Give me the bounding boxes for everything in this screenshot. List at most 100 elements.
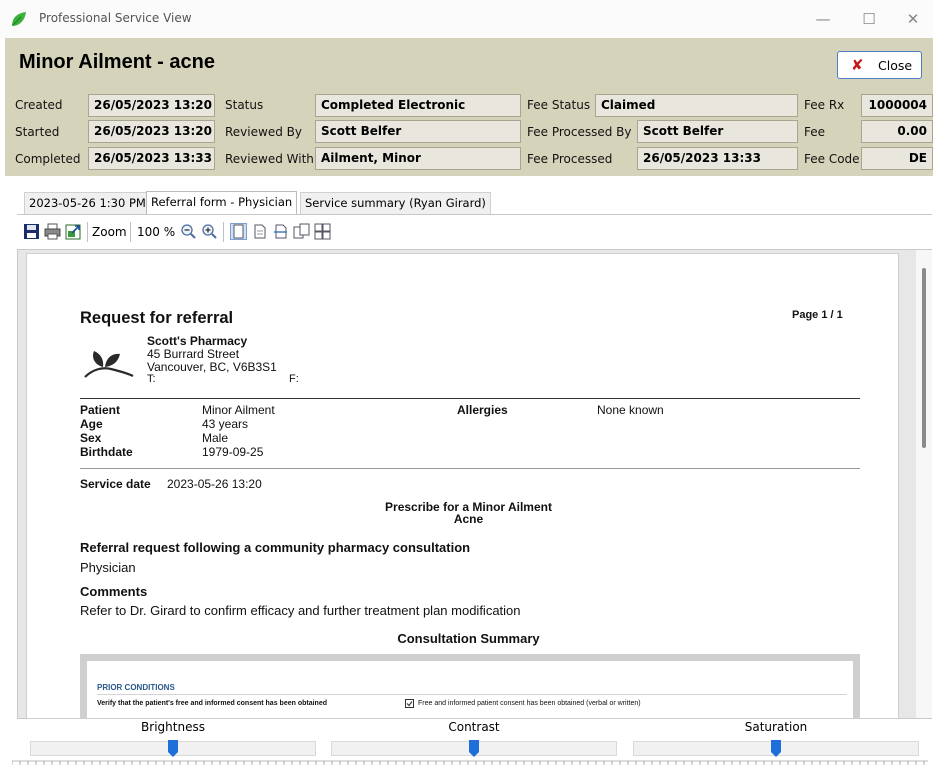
fee-status-value: Claimed (595, 94, 798, 117)
section-divider (80, 468, 860, 469)
window-titlebar: Professional Service View — ☐ ✕ (0, 0, 933, 38)
vertical-scrollbar[interactable] (916, 250, 932, 718)
consent-question: Verify that the patient's free and infor… (97, 700, 327, 707)
zoom-value[interactable]: 100 % (137, 225, 175, 239)
section-divider (97, 694, 847, 695)
tab-session[interactable]: 2023-05-26 1:30 PM (24, 192, 151, 214)
document-viewport[interactable]: Request for referral Page 1 / 1 Scott's … (17, 249, 932, 719)
fee-processed-value: 26/05/2023 13:33 (637, 147, 798, 170)
fee-code-label: Fee Code (804, 152, 860, 166)
window-close-button[interactable]: ✕ (898, 8, 928, 30)
prior-conditions-heading: PRIOR CONDITIONS (97, 683, 175, 692)
created-label: Created (15, 98, 63, 112)
prescribe-subtitle: Acne (453, 512, 484, 526)
fee-processed-by-label: Fee Processed By (527, 125, 632, 139)
comments-heading: Comments (80, 584, 148, 599)
close-button[interactable]: ✘ Close (837, 51, 922, 79)
saturation-label: Saturation (744, 720, 808, 734)
fee-code-value: DE (861, 147, 933, 170)
service-title: Minor Ailment - acne (19, 51, 215, 73)
sex-value: Male (202, 431, 229, 445)
contrast-slider-thumb[interactable] (469, 740, 479, 757)
checkbox-checked-icon (405, 699, 414, 708)
consultation-summary-page: PRIOR CONDITIONS Verify that the patient… (87, 661, 853, 718)
contrast-slider[interactable] (331, 740, 617, 757)
export-icon[interactable] (65, 223, 82, 240)
reviewed-with-label: Reviewed With (225, 152, 314, 166)
fee-rx-label: Fee Rx (804, 98, 845, 112)
pharmacy-address-2: Vancouver, BC, V6B3S1 (147, 360, 277, 374)
saturation-slider-thumb[interactable] (771, 740, 781, 757)
leaf-icon (12, 12, 26, 26)
close-button-label: Close (878, 58, 913, 73)
consultation-heading: Consultation Summary (397, 631, 540, 646)
reviewed-by-label: Reviewed By (225, 125, 302, 139)
print-icon[interactable] (44, 223, 61, 240)
service-date-value: 2023-05-26 13:20 (167, 477, 262, 491)
document-title: Request for referral (80, 309, 234, 327)
tab-divider (17, 214, 932, 215)
toolbar-separator (223, 222, 224, 242)
close-x-icon: ✘ (851, 56, 864, 74)
fee-rx-value: 1000004 (861, 94, 933, 117)
age-value: 43 years (202, 417, 249, 431)
referral-recipient: Physician (80, 560, 136, 575)
status-value: Completed Electronic (315, 94, 521, 117)
page-indicator: Page 1 / 1 (792, 309, 843, 321)
service-date-label: Service date (80, 477, 151, 491)
contrast-label: Contrast (448, 720, 500, 734)
completed-value: 26/05/2023 13:33 (88, 147, 215, 170)
fee-value: 0.00 (861, 120, 933, 143)
minimize-button[interactable]: — (808, 8, 838, 30)
birthdate-value: 1979-09-25 (202, 445, 264, 459)
allergies-value: None known (597, 403, 664, 417)
fee-processed-label: Fee Processed (527, 152, 613, 166)
toolbar-separator (87, 222, 88, 242)
toolbar-separator (130, 222, 131, 242)
zoom-out-icon[interactable] (180, 223, 197, 240)
tab-referral-form[interactable]: Referral form - Physician (146, 191, 298, 215)
two-pages-icon[interactable] (293, 223, 310, 240)
referral-heading: Referral request following a community p… (80, 540, 471, 555)
scrollbar-thumb[interactable] (922, 268, 926, 448)
saturation-slider[interactable] (633, 740, 919, 757)
sex-label: Sex (80, 431, 102, 445)
started-label: Started (15, 125, 60, 139)
allergies-label: Allergies (457, 403, 508, 417)
fee-processed-by-value: Scott Belfer (637, 120, 798, 143)
fit-page-icon[interactable] (230, 223, 247, 240)
patient-value: Minor Ailment (202, 403, 275, 417)
document-page: Request for referral Page 1 / 1 Scott's … (26, 253, 899, 719)
status-label: Status (225, 98, 264, 112)
completed-label: Completed (15, 152, 81, 166)
consent-answer: Free and informed patient consent has be… (418, 700, 641, 707)
save-icon[interactable] (23, 223, 40, 240)
slider-tick-ruler (12, 760, 928, 765)
consultation-summary-frame: PRIOR CONDITIONS Verify that the patient… (80, 654, 860, 718)
brightness-slider-thumb[interactable] (168, 740, 178, 757)
comments-text: Refer to Dr. Girard to confirm efficacy … (80, 603, 521, 618)
pharmacy-name: Scott's Pharmacy (147, 334, 248, 348)
maximize-button[interactable]: ☐ (854, 8, 884, 30)
window-title: Professional Service View (39, 11, 192, 25)
birthdate-label: Birthdate (80, 445, 133, 459)
pharmacy-address-1: 45 Burrard Street (147, 347, 240, 361)
multi-page-icon[interactable] (314, 223, 331, 240)
started-value: 26/05/2023 13:20 (88, 120, 215, 143)
pharmacy-logo-icon (84, 351, 134, 378)
service-header: Minor Ailment - acne ✘ Close Created 26/… (5, 38, 933, 176)
zoom-in-icon[interactable] (201, 223, 218, 240)
fee-label: Fee (804, 125, 826, 139)
pharmacy-tel-label: T: (147, 373, 156, 385)
pharmacy-fax-label: F: (289, 373, 299, 385)
zoom-label: Zoom (92, 225, 127, 239)
page-width-icon[interactable] (272, 223, 289, 240)
single-page-icon[interactable] (251, 223, 268, 240)
reviewed-by-value: Scott Belfer (315, 120, 521, 143)
brightness-label: Brightness (141, 720, 205, 734)
brightness-slider[interactable] (30, 740, 316, 757)
tab-service-summary[interactable]: Service summary (Ryan Girard) (300, 192, 491, 214)
fee-status-label: Fee Status (527, 98, 591, 112)
age-label: Age (80, 417, 103, 431)
section-divider (80, 398, 860, 399)
